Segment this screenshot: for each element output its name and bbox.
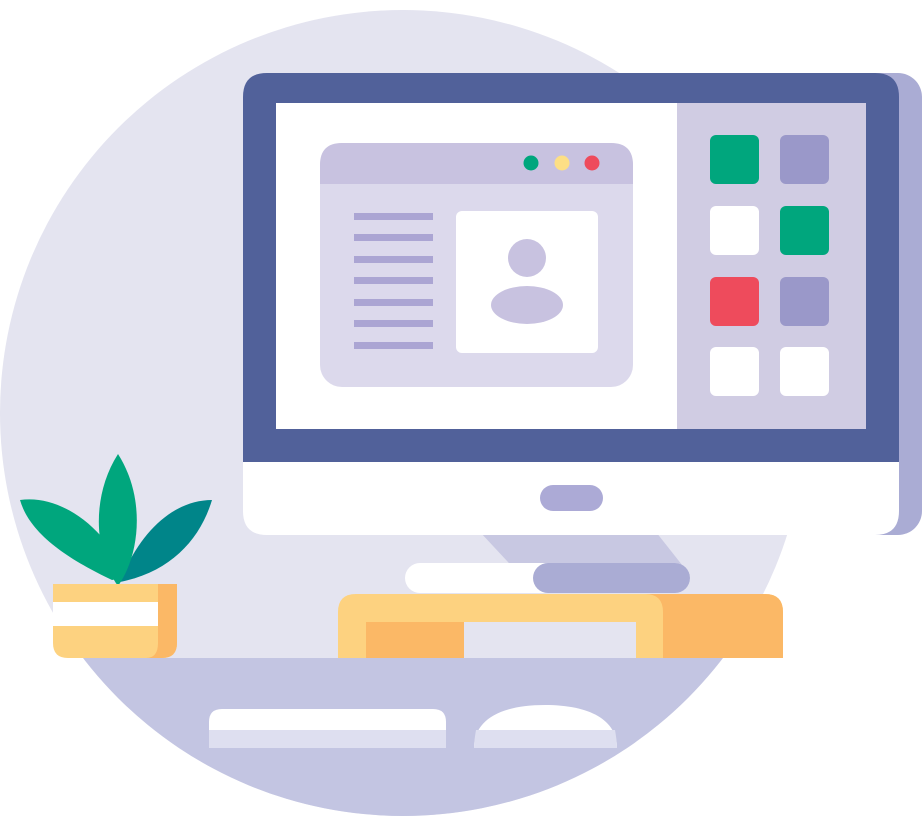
peripherals bbox=[209, 705, 617, 748]
keyboard-shadow bbox=[209, 730, 446, 748]
tile-purple bbox=[780, 135, 829, 184]
tile-white bbox=[710, 206, 759, 255]
app-window bbox=[320, 143, 633, 387]
tile-red bbox=[710, 277, 759, 326]
riser-shade bbox=[645, 594, 783, 658]
plant-pot-stripe bbox=[53, 602, 158, 626]
riser-opening-shade bbox=[366, 622, 464, 658]
window-control-red bbox=[584, 155, 600, 171]
mouse-shadow bbox=[474, 730, 617, 748]
computer-illustration bbox=[0, 10, 922, 816]
text-line bbox=[354, 256, 433, 263]
window-control-yellow bbox=[554, 155, 570, 171]
text-line bbox=[354, 299, 433, 306]
text-line bbox=[354, 277, 433, 284]
tile-green bbox=[710, 135, 759, 184]
desk-surface bbox=[0, 658, 806, 816]
user-avatar-body-icon bbox=[491, 286, 563, 324]
text-line bbox=[354, 234, 433, 241]
stand-base-shadow bbox=[533, 563, 690, 593]
profile-card-bg bbox=[456, 211, 598, 353]
tile-white bbox=[780, 347, 829, 396]
text-line bbox=[354, 320, 433, 327]
text-line bbox=[354, 342, 433, 349]
monitor-power-button bbox=[540, 485, 603, 511]
window-control-green bbox=[523, 155, 539, 171]
profile-card bbox=[456, 211, 598, 353]
monitor-riser bbox=[338, 594, 783, 658]
user-avatar-head-icon bbox=[508, 239, 546, 277]
tile-green bbox=[780, 206, 829, 255]
screen-sidebar bbox=[677, 103, 866, 429]
text-line bbox=[354, 213, 433, 220]
monitor bbox=[243, 73, 922, 535]
tile-white bbox=[710, 347, 759, 396]
tile-purple bbox=[780, 277, 829, 326]
